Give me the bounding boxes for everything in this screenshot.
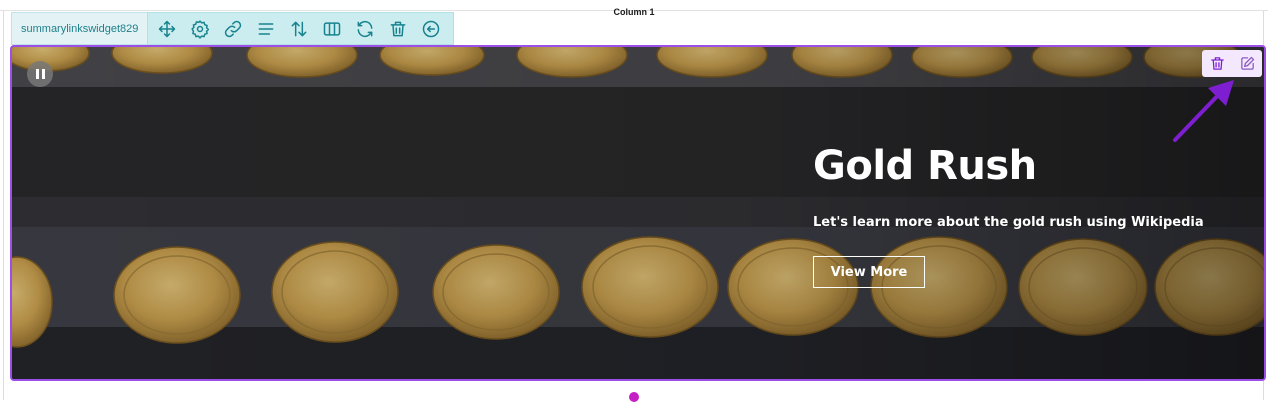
- view-more-button[interactable]: View More: [813, 256, 925, 288]
- hero-text-block: Gold Rush Let's learn more about the gol…: [813, 142, 1204, 232]
- columns-icon[interactable]: [319, 16, 345, 42]
- column-header: Column 1: [0, 0, 1268, 17]
- settings-icon[interactable]: [187, 16, 213, 42]
- back-icon[interactable]: [418, 16, 444, 42]
- summary-links-widget[interactable]: Gold Rush Let's learn more about the gol…: [10, 45, 1266, 381]
- refresh-icon[interactable]: [352, 16, 378, 42]
- link-icon[interactable]: [220, 16, 246, 42]
- resize-handle[interactable]: [629, 392, 639, 402]
- edit-widget-icon[interactable]: [1236, 53, 1258, 75]
- toolbar-icon-group: [147, 12, 454, 45]
- hero-title: Gold Rush: [813, 143, 1037, 189]
- sort-icon[interactable]: [286, 16, 312, 42]
- align-icon[interactable]: [253, 16, 279, 42]
- widget-corner-actions: [1202, 50, 1262, 77]
- move-icon[interactable]: [154, 16, 180, 42]
- pause-icon: [35, 69, 39, 79]
- pause-button[interactable]: [27, 61, 53, 87]
- widget-toolbar: summarylinkswidget829: [11, 12, 454, 45]
- delete-icon[interactable]: [385, 16, 411, 42]
- delete-widget-icon[interactable]: [1206, 53, 1228, 75]
- hero-subtitle: Let's learn more about the gold rush usi…: [813, 215, 1204, 230]
- pointer-arrow-icon: [1170, 78, 1240, 148]
- widget-name-label: summarylinkswidget829: [11, 12, 148, 45]
